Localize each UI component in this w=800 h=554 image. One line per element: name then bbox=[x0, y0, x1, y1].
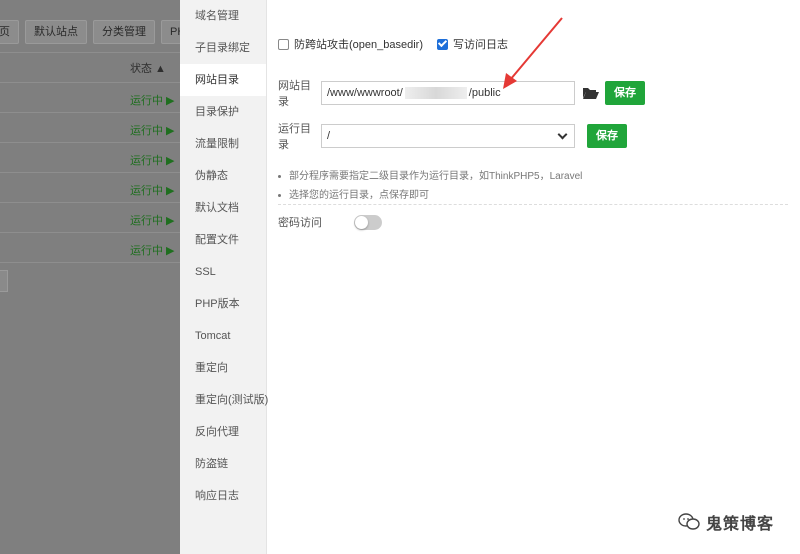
sidebar-item-rewrite[interactable]: 伪静态 bbox=[180, 160, 266, 192]
access-log-checkbox[interactable] bbox=[437, 38, 448, 50]
site-dir-save-button[interactable]: 保存 bbox=[605, 81, 645, 105]
watermark: 鬼策博客 bbox=[678, 510, 774, 534]
bullet-icon bbox=[278, 194, 281, 197]
cross-site-label: 防跨站攻击(open_basedir) bbox=[294, 39, 423, 51]
settings-content: 防跨站攻击(open_basedir) 写访问日志 网站目录 /www/wwwr… bbox=[268, 0, 800, 554]
site-dir-input[interactable]: /www/wwwroot/ /public bbox=[321, 81, 575, 105]
bg-divider bbox=[0, 142, 180, 143]
bg-divider bbox=[0, 232, 180, 233]
bg-status: 运行中 ▶ bbox=[130, 215, 175, 227]
dashed-divider bbox=[278, 204, 788, 205]
bg-status: 运行中 ▶ bbox=[130, 245, 175, 257]
sidebar-item-ssl[interactable]: SSL bbox=[180, 256, 266, 288]
bg-toolbar-button: PHP命令 bbox=[161, 20, 180, 44]
sidebar-item-traffic-limit[interactable]: 流量限制 bbox=[180, 128, 266, 160]
bg-pagination-box bbox=[0, 270, 8, 292]
password-access-toggle[interactable] bbox=[354, 214, 382, 230]
site-settings-modal: 域名管理 子目录绑定 网站目录 目录保护 流量限制 伪静态 默认文档 配置文件 … bbox=[180, 0, 800, 554]
bullet-icon bbox=[278, 175, 281, 178]
sidebar-item-tomcat[interactable]: Tomcat bbox=[180, 320, 266, 352]
tip-item: 部分程序需要指定二级目录作为运行目录，如ThinkPHP5，Laravel bbox=[278, 167, 582, 186]
sidebar-item-redirect-beta[interactable]: 重定向(测试版) bbox=[180, 384, 268, 416]
options-row: 防跨站攻击(open_basedir) 写访问日志 bbox=[278, 36, 522, 52]
sidebar-item-reverse-proxy[interactable]: 反向代理 bbox=[180, 416, 266, 448]
sidebar-item-site-directory[interactable]: 网站目录 bbox=[180, 64, 266, 96]
cross-site-checkbox[interactable] bbox=[278, 38, 289, 50]
folder-open-icon[interactable] bbox=[582, 86, 600, 100]
run-dir-label: 运行目录 bbox=[278, 123, 311, 151]
bg-status: 运行中 ▶ bbox=[130, 125, 175, 137]
bg-divider bbox=[0, 262, 180, 263]
toggle-knob bbox=[355, 215, 368, 229]
background-site-list: 页 默认站点 分类管理 PHP命令 状态 ▲ 运行中 ▶ 运行中 ▶ 运行中 ▶… bbox=[0, 0, 180, 554]
bg-status: 运行中 ▶ bbox=[130, 185, 175, 197]
run-dir-row: 运行目录 / 保存 bbox=[278, 120, 627, 152]
sidebar-item-response-log[interactable]: 响应日志 bbox=[180, 480, 266, 512]
access-log-label: 写访问日志 bbox=[453, 39, 508, 51]
bg-toolbar-button: 页 bbox=[0, 20, 19, 44]
sidebar-item-php-version[interactable]: PHP版本 bbox=[180, 288, 266, 320]
sidebar-item-default-doc[interactable]: 默认文档 bbox=[180, 192, 266, 224]
bg-status: 运行中 ▶ bbox=[130, 95, 175, 107]
site-dir-label: 网站目录 bbox=[278, 80, 311, 108]
settings-sidebar: 域名管理 子目录绑定 网站目录 目录保护 流量限制 伪静态 默认文档 配置文件 … bbox=[180, 0, 268, 554]
run-dir-save-button[interactable]: 保存 bbox=[587, 124, 627, 148]
bg-status: 运行中 ▶ bbox=[130, 155, 175, 167]
bg-divider bbox=[0, 112, 180, 113]
site-dir-prefix: /www/wwwroot/ bbox=[327, 87, 403, 99]
bg-divider bbox=[0, 202, 180, 203]
chevron-down-icon bbox=[557, 129, 568, 139]
wechat-icon bbox=[678, 513, 700, 530]
sidebar-item-dir-protection[interactable]: 目录保护 bbox=[180, 96, 266, 128]
password-access-label: 密码访问 bbox=[278, 217, 322, 229]
tips-list: 部分程序需要指定二级目录作为运行目录，如ThinkPHP5，Laravel 选择… bbox=[278, 167, 582, 205]
bg-divider bbox=[0, 172, 180, 173]
bg-toolbar-button: 默认站点 bbox=[25, 20, 87, 44]
site-dir-suffix: /public bbox=[468, 87, 501, 99]
redacted-segment bbox=[404, 87, 467, 99]
run-dir-select[interactable]: / bbox=[321, 124, 575, 148]
password-access-row: 密码访问 bbox=[278, 214, 382, 230]
bg-toolbar-button: 分类管理 bbox=[93, 20, 155, 44]
run-dir-selected: / bbox=[327, 130, 331, 142]
sidebar-item-subdir-binding[interactable]: 子目录绑定 bbox=[180, 32, 266, 64]
bg-divider bbox=[0, 82, 180, 83]
sidebar-item-redirect[interactable]: 重定向 bbox=[180, 352, 266, 384]
watermark-text: 鬼策博客 bbox=[705, 514, 774, 533]
sidebar-item-config-file[interactable]: 配置文件 bbox=[180, 224, 266, 256]
background-toolbar: 页 默认站点 分类管理 PHP命令 bbox=[0, 20, 180, 44]
site-dir-row: 网站目录 /www/wwwroot/ /public 保存 bbox=[278, 77, 645, 109]
sidebar-item-hotlink-protection[interactable]: 防盗链 bbox=[180, 448, 266, 480]
bg-divider bbox=[0, 52, 180, 53]
bg-status-header: 状态 ▲ bbox=[130, 63, 166, 75]
tip-item: 选择您的运行目录，点保存即可 bbox=[278, 186, 582, 205]
sidebar-item-domain[interactable]: 域名管理 bbox=[180, 0, 266, 32]
